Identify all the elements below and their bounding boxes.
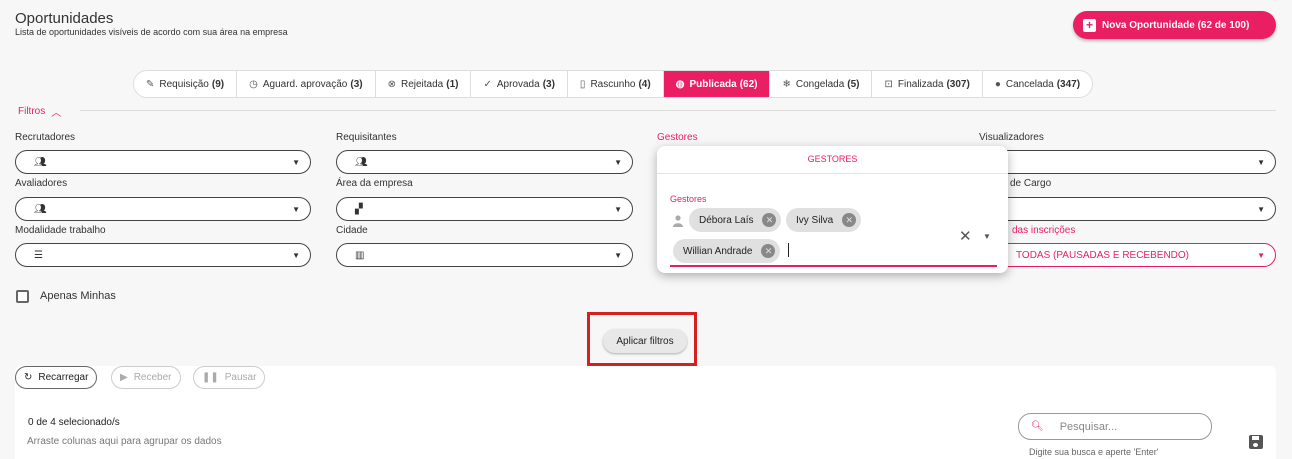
chip-ivy-silva[interactable]: Ivy Silva ✕: [786, 208, 862, 232]
tab-rascunho[interactable]: ▯ Rascunho (4): [568, 71, 664, 97]
building-icon: ▥: [355, 249, 365, 261]
apply-filters-button[interactable]: Aplicar filtros: [603, 329, 687, 353]
status-tabs: ✎ Requisição (9) ◷ Aguard. aprovação (3) ⊗ Re…: [133, 70, 1094, 98]
area-empresa-label: Área da empresa: [336, 178, 413, 189]
cargo-select[interactable]: ▼: [979, 197, 1276, 221]
area-empresa-select[interactable]: ▞ ▼: [336, 197, 633, 221]
tab-aguard-aprovacao[interactable]: ◷ Aguard. aprovação (3): [237, 71, 376, 97]
inscricoes-label: das inscrições: [1012, 225, 1076, 236]
tab-requisicao[interactable]: ✎ Requisição (9): [134, 71, 238, 97]
tab-cancelada[interactable]: ● Cancelada (347): [983, 71, 1092, 97]
snowflake-icon: ❄: [782, 78, 791, 90]
dropdown-arrow-icon: ▼: [1257, 157, 1265, 167]
recrutadores-label: Recrutadores: [15, 132, 76, 143]
dropdown-arrow-icon: ▼: [614, 250, 622, 260]
dropdown-arrow-icon: ▼: [292, 204, 300, 214]
gestores-label: Gestores: [657, 132, 698, 143]
list-icon: ☰: [34, 249, 43, 261]
filters-toggle[interactable]: Filtros ︿: [18, 104, 61, 119]
dropdown-arrow-icon: ▼: [292, 250, 300, 260]
lock-icon: ⊡: [884, 78, 893, 90]
tab-rejeitada[interactable]: ⊗ Rejeitada (1): [376, 71, 472, 97]
reload-button[interactable]: ↻ Recarregar: [15, 366, 98, 389]
globe-icon: ◍: [675, 78, 685, 90]
popup-divider: [657, 173, 1008, 174]
search-placeholder: Pesquisar...: [1059, 420, 1118, 433]
dropdown-arrow-icon: ▼: [292, 157, 300, 167]
modalidade-label: Modalidade trabalho: [15, 225, 106, 236]
save-icon[interactable]: [1249, 435, 1263, 449]
cidade-select[interactable]: ▥ ▼: [336, 243, 633, 267]
tab-publicada[interactable]: ◍ Publicada (62): [663, 71, 771, 97]
requisitantes-select[interactable]: 👥︎ ▼: [336, 150, 633, 174]
document-icon: ▯: [579, 78, 586, 90]
cancel-circle-icon: ⊗: [387, 78, 396, 90]
selection-count: 0 de 4 selecionado/s: [28, 417, 120, 428]
org-chart-icon: ▞: [355, 203, 363, 215]
cidade-label: Cidade: [336, 225, 368, 236]
recrutadores-select[interactable]: 👥︎ ▼: [15, 150, 311, 174]
refresh-icon: ↻: [24, 372, 33, 383]
chip-willian-andrade[interactable]: Willian Andrade ✕: [673, 239, 781, 263]
chevron-up-icon: ︿: [51, 108, 62, 119]
popup-field-label: Gestores: [670, 194, 707, 204]
tab-aprovada[interactable]: ✓ Aprovada (3): [471, 71, 568, 97]
tab-congelada[interactable]: ❄ Congelada (5): [770, 71, 873, 97]
remove-chip-icon[interactable]: ✕: [761, 244, 776, 258]
page-subtitle: Lista de oportunidades visíveis de acord…: [15, 27, 288, 37]
edit-icon: ✎: [146, 78, 155, 90]
chip-debora-lais[interactable]: Débora Laís ✕: [689, 208, 782, 232]
search-hint: Digite sua busca e aperte 'Enter': [1029, 447, 1159, 457]
inscricoes-value: TODAS (PAUSADAS E RECEBENDO): [1016, 249, 1189, 261]
pause-icon: ❚❚: [202, 372, 219, 383]
dropdown-arrow-icon: ▼: [614, 157, 622, 167]
group-panel-hint: Arraste colunas aqui para agrupar os dad…: [27, 436, 222, 447]
new-opportunity-count: (62 de 100): [1197, 19, 1250, 31]
clock-icon: ◷: [249, 78, 258, 90]
search-field[interactable]: 🔍︎ Pesquisar...: [1018, 413, 1212, 440]
tab-finalizada[interactable]: ⊡ Finalizada (307): [872, 71, 983, 97]
modalidade-select[interactable]: ☰ ▼: [15, 243, 311, 267]
check-circle-icon: ✓: [483, 78, 492, 90]
text-cursor[interactable]: [788, 243, 789, 257]
avaliadores-select[interactable]: 👥︎ ▼: [15, 197, 311, 221]
person-icon: [673, 215, 683, 227]
filters-divider: [80, 110, 1276, 111]
only-mine-label: Apenas Minhas: [40, 290, 116, 302]
only-mine-checkbox[interactable]: [16, 290, 29, 303]
stop-circle-icon: ●: [994, 78, 1001, 90]
gestores-popup: GESTORES Gestores Débora Laís ✕ Ivy Silva…: [657, 146, 1008, 273]
people-icon: 👥︎: [34, 156, 47, 168]
dropdown-arrow-icon: ▼: [614, 204, 622, 214]
dropdown-arrow-icon: ▼: [1257, 250, 1265, 260]
filters-toggle-label: Filtros: [18, 106, 46, 117]
visualizadores-select[interactable]: ▼: [979, 150, 1276, 174]
visualizadores-label: Visualizadores: [979, 132, 1044, 143]
inscricoes-select[interactable]: TODAS (PAUSADAS E RECEBENDO) ▼: [979, 243, 1276, 267]
receive-button[interactable]: ▶ Receber: [111, 366, 181, 389]
play-icon: ▶: [120, 372, 128, 383]
add-icon: +: [1083, 18, 1096, 32]
avaliadores-label: Avaliadores: [15, 178, 68, 189]
remove-chip-icon[interactable]: ✕: [762, 213, 777, 227]
people-icon: 👥︎: [34, 203, 47, 215]
dropdown-arrow-icon[interactable]: ▼: [983, 232, 991, 241]
dropdown-arrow-icon: ▼: [1257, 204, 1265, 214]
new-opportunity-button[interactable]: + Nova Oportunidade (62 de 100): [1073, 11, 1276, 39]
requisitantes-label: Requisitantes: [336, 132, 397, 143]
popup-title: GESTORES: [807, 154, 858, 164]
field-underline: [670, 265, 997, 267]
clear-icon[interactable]: ✕: [959, 227, 972, 245]
pause-button[interactable]: ❚❚ Pausar: [193, 366, 266, 389]
page-title: Oportunidades: [15, 10, 114, 27]
remove-chip-icon[interactable]: ✕: [842, 213, 857, 227]
people-icon: 👥︎: [355, 156, 368, 168]
new-opportunity-label: Nova Oportunidade: [1102, 19, 1195, 31]
cargo-label: de Cargo: [1010, 178, 1052, 189]
search-icon: 🔍︎: [1031, 421, 1044, 432]
